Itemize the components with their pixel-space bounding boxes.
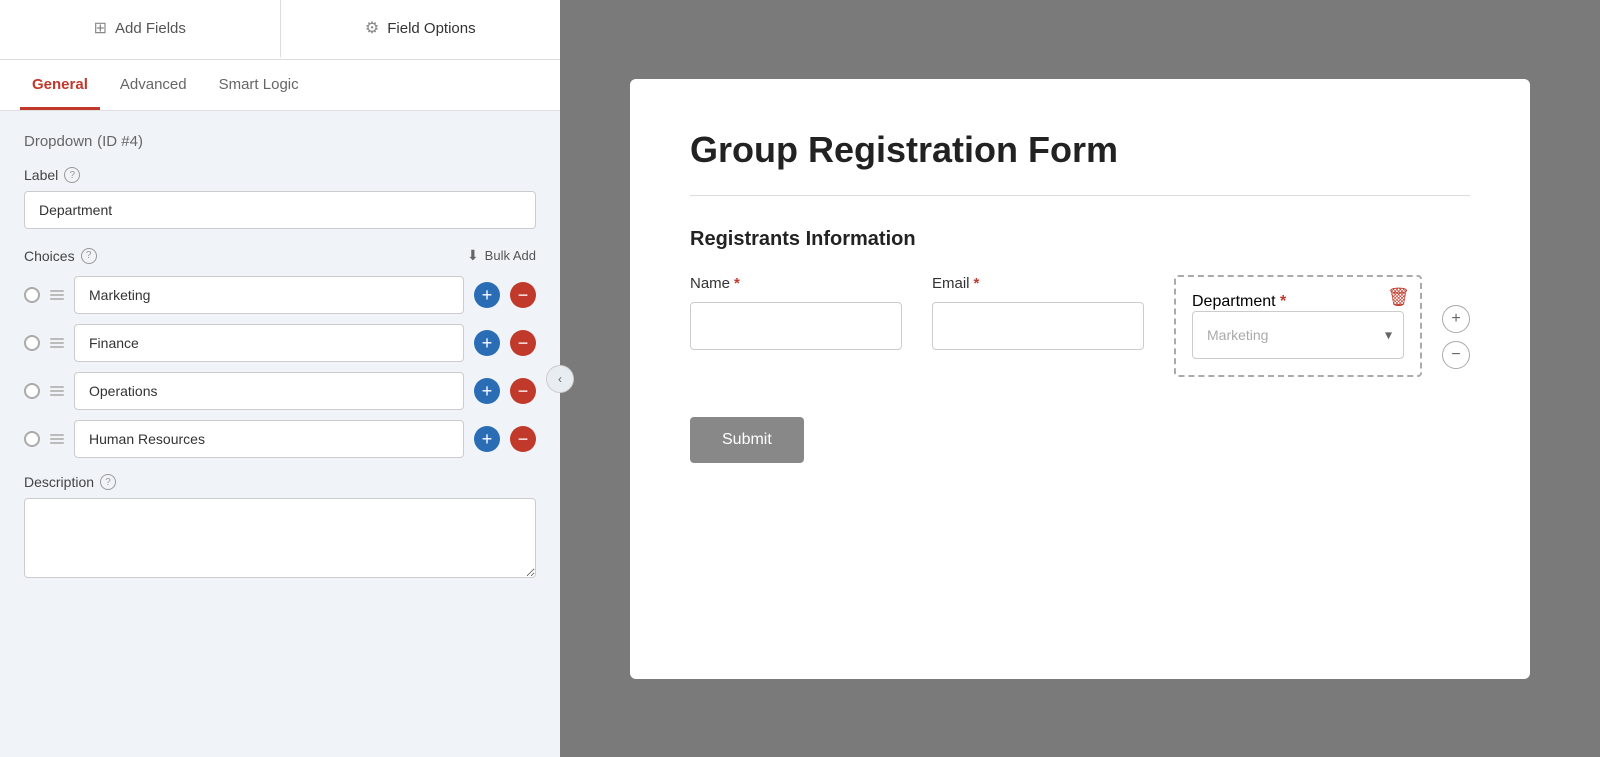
choice-remove-btn-3[interactable]: −: [510, 378, 536, 404]
choice-remove-btn-2[interactable]: −: [510, 330, 536, 356]
choice-input-1[interactable]: [74, 276, 464, 314]
label-help-icon[interactable]: ?: [64, 167, 80, 183]
department-select-wrapper: Marketing Finance Operations Human Resou…: [1192, 311, 1404, 359]
add-fields-icon: ⊞: [94, 18, 107, 38]
choice-radio-4[interactable]: [24, 431, 40, 447]
email-input[interactable]: [932, 302, 1144, 350]
choice-item-3: + −: [24, 372, 536, 410]
choice-remove-btn-1[interactable]: −: [510, 282, 536, 308]
add-fields-label: Add Fields: [115, 20, 186, 37]
submit-row: Submit: [690, 407, 1470, 463]
field-options-content: Dropdown (ID #4) Label ? Choices ? ⬇ Bul…: [0, 111, 560, 757]
tab-general[interactable]: General: [20, 60, 100, 110]
form-section-title: Registrants Information: [690, 228, 1470, 251]
label-section: Label ?: [24, 167, 536, 229]
description-section: Description ?: [24, 474, 536, 583]
department-required: *: [1280, 293, 1286, 310]
add-column-button[interactable]: +: [1442, 305, 1470, 333]
left-panel: ⊞ Add Fields ⚙ Field Options General Adv…: [0, 0, 560, 757]
email-field: Email *: [932, 275, 1144, 377]
field-options-label: Field Options: [387, 20, 475, 37]
tab-field-options[interactable]: ⚙ Field Options: [281, 0, 561, 59]
name-field: Name *: [690, 275, 902, 377]
choice-add-btn-4[interactable]: +: [474, 426, 500, 452]
description-label: Description ?: [24, 474, 536, 490]
choice-radio-3[interactable]: [24, 383, 40, 399]
drag-handle-2[interactable]: [50, 338, 64, 348]
description-textarea[interactable]: [24, 498, 536, 578]
name-input[interactable]: [690, 302, 902, 350]
name-required: *: [734, 275, 740, 292]
top-tabs: ⊞ Add Fields ⚙ Field Options: [0, 0, 560, 60]
choice-add-btn-3[interactable]: +: [474, 378, 500, 404]
drag-handle-1[interactable]: [50, 290, 64, 300]
department-label: Department *: [1192, 293, 1286, 310]
choice-add-btn-1[interactable]: +: [474, 282, 500, 308]
choice-radio-1[interactable]: [24, 287, 40, 303]
tab-smart-logic[interactable]: Smart Logic: [207, 60, 311, 110]
choice-item-4: + −: [24, 420, 536, 458]
choice-remove-btn-4[interactable]: −: [510, 426, 536, 452]
choice-input-3[interactable]: [74, 372, 464, 410]
choices-help-icon[interactable]: ?: [81, 248, 97, 264]
label-field-label: Label ?: [24, 167, 536, 183]
choice-input-2[interactable]: [74, 324, 464, 362]
collapse-panel-button[interactable]: ‹: [546, 365, 574, 393]
sub-tabs: General Advanced Smart Logic: [0, 60, 560, 111]
submit-button[interactable]: Submit: [690, 417, 804, 463]
choice-add-btn-2[interactable]: +: [474, 330, 500, 356]
drag-handle-3[interactable]: [50, 386, 64, 396]
remove-column-button[interactable]: −: [1442, 341, 1470, 369]
field-id-label: Dropdown (ID #4): [24, 131, 143, 151]
form-fields-area: Name * Email * 🗑 De: [690, 275, 1470, 377]
form-fields-row: Name * Email * 🗑 De: [690, 275, 1422, 377]
choice-input-4[interactable]: [74, 420, 464, 458]
department-select[interactable]: Marketing Finance Operations Human Resou…: [1192, 311, 1404, 359]
field-id-row: Dropdown (ID #4): [24, 131, 536, 151]
bulk-add-button[interactable]: ⬇ Bulk Add: [467, 247, 536, 264]
choice-item-1: + −: [24, 276, 536, 314]
form-title: Group Registration Form: [690, 129, 1470, 171]
form-preview: Group Registration Form Registrants Info…: [630, 79, 1530, 679]
name-label: Name *: [690, 275, 902, 292]
email-required: *: [974, 275, 980, 292]
choice-item-2: + −: [24, 324, 536, 362]
description-help-icon[interactable]: ?: [100, 474, 116, 490]
label-input[interactable]: [24, 191, 536, 229]
department-field: 🗑 Department * Marketing Finance Operati…: [1174, 275, 1422, 377]
tab-add-fields[interactable]: ⊞ Add Fields: [0, 0, 281, 59]
department-delete-button[interactable]: 🗑: [1387, 287, 1410, 308]
column-actions: + −: [1442, 275, 1470, 369]
bulk-add-icon: ⬇: [467, 247, 479, 264]
email-label: Email *: [932, 275, 1144, 292]
tab-advanced[interactable]: Advanced: [108, 60, 199, 110]
right-panel: Group Registration Form Registrants Info…: [560, 0, 1600, 757]
choices-header: Choices ? ⬇ Bulk Add: [24, 247, 536, 264]
field-options-icon: ⚙: [365, 18, 379, 38]
form-divider: [690, 195, 1470, 196]
choice-radio-2[interactable]: [24, 335, 40, 351]
drag-handle-4[interactable]: [50, 434, 64, 444]
choices-label: Choices ?: [24, 248, 97, 264]
